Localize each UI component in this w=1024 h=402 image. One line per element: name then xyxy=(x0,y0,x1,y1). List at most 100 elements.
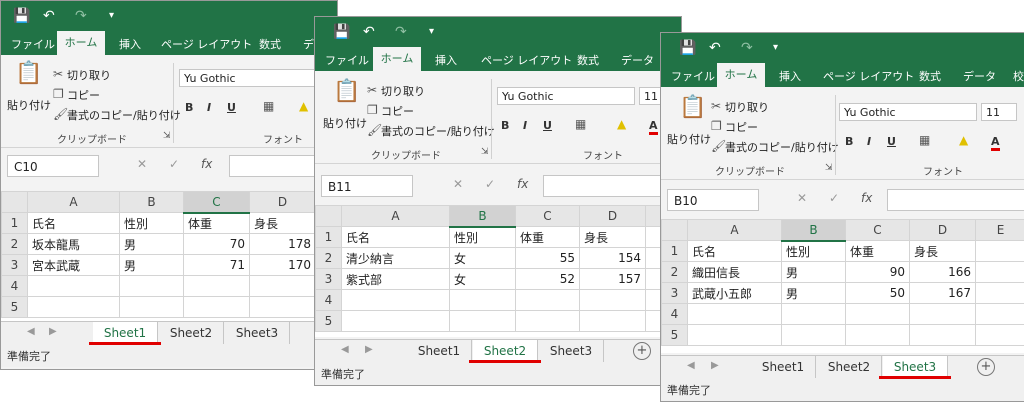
enter-icon[interactable]: ✓ xyxy=(485,177,495,191)
cancel-icon[interactable]: ✕ xyxy=(137,157,147,171)
cell[interactable]: 男 xyxy=(782,262,846,283)
cell[interactable]: 武蔵小五郎 xyxy=(688,283,782,304)
italic-button[interactable]: I xyxy=(523,119,527,132)
paste-icon[interactable]: 📋 xyxy=(15,61,42,86)
cell[interactable]: 167 xyxy=(910,283,976,304)
cell[interactable] xyxy=(976,241,1024,262)
font-color-button[interactable]: A xyxy=(991,135,1000,151)
column-header-c[interactable]: C xyxy=(846,220,910,241)
cell[interactable]: 性別 xyxy=(782,241,846,262)
customize-toolbar-icon[interactable]: ▾ xyxy=(109,7,114,25)
name-box[interactable]: B10 xyxy=(667,189,759,211)
cell[interactable] xyxy=(910,304,976,325)
cell[interactable]: 70 xyxy=(184,234,250,255)
row-header[interactable]: 3 xyxy=(316,269,342,290)
copy-button[interactable]: コピー xyxy=(381,103,414,119)
column-header-e[interactable]: E xyxy=(976,220,1024,241)
tab-data[interactable]: データ xyxy=(621,51,654,71)
cell[interactable] xyxy=(782,325,846,346)
font-name-select[interactable]: Yu Gothic xyxy=(497,87,635,105)
italic-button[interactable]: I xyxy=(867,135,871,148)
sheet-tab-sheet1[interactable]: Sheet1 xyxy=(751,356,816,378)
cell[interactable]: 体重 xyxy=(846,241,910,262)
cell[interactable] xyxy=(120,276,184,297)
column-header-a[interactable]: A xyxy=(28,192,120,213)
tab-page-layout[interactable]: ページ レイアウト xyxy=(481,51,572,71)
cell[interactable] xyxy=(910,325,976,346)
save-icon[interactable]: 💾 xyxy=(679,39,696,57)
cell[interactable] xyxy=(184,297,250,318)
cell[interactable]: 157 xyxy=(580,269,646,290)
fill-color-icon[interactable]: ▲ xyxy=(617,117,626,131)
cell[interactable]: 性別 xyxy=(450,227,516,248)
cell[interactable] xyxy=(976,262,1024,283)
cell[interactable]: 氏名 xyxy=(28,213,120,234)
row-header[interactable]: 5 xyxy=(662,325,688,346)
scroll-right-icon[interactable]: ▶ xyxy=(365,344,373,355)
cell[interactable] xyxy=(342,311,450,332)
cell[interactable] xyxy=(250,297,316,318)
cell[interactable] xyxy=(580,290,646,311)
cell[interactable]: 坂本龍馬 xyxy=(28,234,120,255)
cell[interactable] xyxy=(782,304,846,325)
undo-icon[interactable]: ↶ xyxy=(709,39,721,57)
column-header-b[interactable]: B xyxy=(782,220,846,241)
cell[interactable] xyxy=(450,311,516,332)
underline-button[interactable]: U xyxy=(227,101,236,114)
column-header-b[interactable]: B xyxy=(120,192,184,213)
cell[interactable] xyxy=(976,325,1024,346)
cell[interactable]: 織田信長 xyxy=(688,262,782,283)
column-header-b[interactable]: B xyxy=(450,206,516,227)
tab-page-layout[interactable]: ページ レイアウト xyxy=(823,67,914,87)
cell[interactable]: 166 xyxy=(910,262,976,283)
row-header[interactable]: 2 xyxy=(2,234,28,255)
cancel-icon[interactable]: ✕ xyxy=(453,177,463,191)
add-sheet-icon[interactable]: + xyxy=(977,358,995,376)
cell[interactable] xyxy=(250,276,316,297)
cell[interactable]: 170 xyxy=(250,255,316,276)
dialog-launcher-icon[interactable]: ⇲ xyxy=(163,131,171,141)
row-header[interactable]: 4 xyxy=(316,290,342,311)
cell[interactable]: 紫式部 xyxy=(342,269,450,290)
insert-function-icon[interactable]: fx xyxy=(201,157,212,171)
undo-icon[interactable]: ↶ xyxy=(43,7,55,25)
cell[interactable]: 体重 xyxy=(184,213,250,234)
scroll-right-icon[interactable]: ▶ xyxy=(711,360,719,371)
tab-insert[interactable]: 挿入 xyxy=(119,35,141,55)
tab-page-layout[interactable]: ページ レイアウト xyxy=(161,35,252,55)
paste-button[interactable]: 貼り付け xyxy=(667,131,711,147)
cell[interactable] xyxy=(688,325,782,346)
tab-home[interactable]: ホーム xyxy=(57,31,105,55)
cell[interactable] xyxy=(516,290,580,311)
cell[interactable] xyxy=(450,290,516,311)
save-icon[interactable]: 💾 xyxy=(333,23,350,41)
tab-review[interactable]: 校 xyxy=(1013,67,1024,87)
fill-color-icon[interactable]: ▲ xyxy=(959,133,968,147)
customize-toolbar-icon[interactable]: ▾ xyxy=(429,23,434,41)
enter-icon[interactable]: ✓ xyxy=(169,157,179,171)
redo-icon[interactable]: ↷ xyxy=(395,23,407,41)
tab-home[interactable]: ホーム xyxy=(717,63,765,87)
cell[interactable] xyxy=(580,311,646,332)
column-header-a[interactable]: A xyxy=(688,220,782,241)
cell[interactable] xyxy=(342,290,450,311)
undo-icon[interactable]: ↶ xyxy=(363,23,375,41)
tab-data[interactable]: デ xyxy=(303,35,314,55)
cell[interactable]: 50 xyxy=(846,283,910,304)
column-header-c[interactable]: C xyxy=(184,192,250,213)
cell[interactable] xyxy=(846,304,910,325)
bold-button[interactable]: B xyxy=(185,101,193,114)
row-header[interactable]: 4 xyxy=(2,276,28,297)
format-painter-button[interactable]: 書式のコピー/貼り付け xyxy=(381,123,495,139)
column-header-c[interactable]: C xyxy=(516,206,580,227)
sheet-tab-sheet1[interactable]: Sheet1 xyxy=(407,340,472,362)
add-sheet-icon[interactable]: + xyxy=(633,342,651,360)
cell[interactable]: 体重 xyxy=(516,227,580,248)
underline-button[interactable]: U xyxy=(543,119,552,132)
name-box[interactable]: B11 xyxy=(321,175,413,197)
sheet-tab-sheet3[interactable]: Sheet3 xyxy=(539,340,604,362)
scroll-right-icon[interactable]: ▶ xyxy=(49,326,57,337)
row-header[interactable]: 1 xyxy=(662,241,688,262)
row-header[interactable]: 1 xyxy=(316,227,342,248)
column-header-d[interactable]: D xyxy=(580,206,646,227)
